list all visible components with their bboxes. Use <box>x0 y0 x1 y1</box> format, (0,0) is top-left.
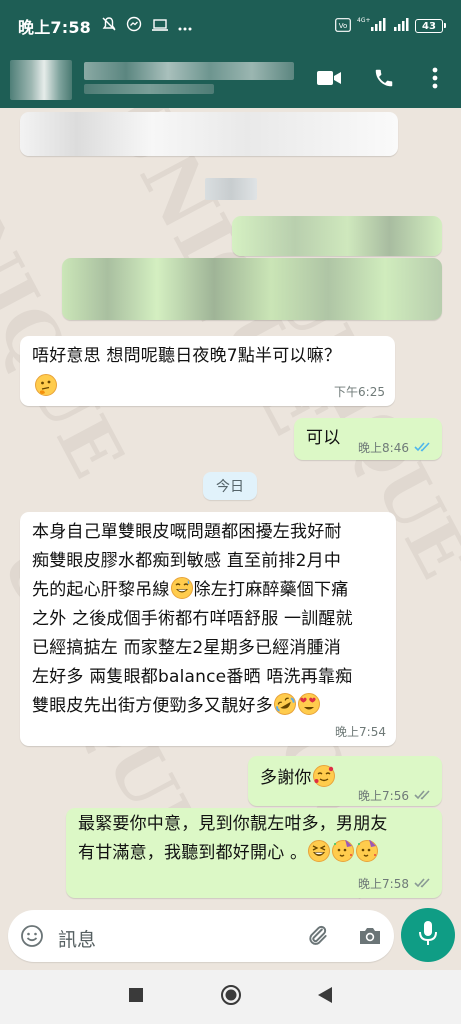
status-notification-icons <box>101 16 192 36</box>
message-line: 除左打麻醉藥個下痛 <box>193 580 349 600</box>
square-icon <box>128 987 144 1007</box>
message-line: 本身自己單雙眼皮嘅問題都困擾左我好耐 <box>32 522 342 542</box>
battery-indicator: 43 <box>415 19 446 33</box>
smiling-face-with-hearts-emoji <box>312 765 335 787</box>
phone-icon <box>373 67 395 93</box>
partying-face-emoji <box>356 840 379 862</box>
mute-notifications-icon <box>101 16 117 36</box>
video-call-icon <box>316 69 342 91</box>
signal-icon: 4G+ <box>357 16 387 36</box>
message-input-placeholder: 訊息 <box>58 929 97 951</box>
status-system-icons: Vo 4G+ 43 <box>335 16 446 36</box>
more-options-button[interactable] <box>420 66 450 94</box>
volte-icon: Vo <box>335 17 351 36</box>
message-line: 之外 之後成個手術都冇咩唔舒服 一訓醒就 <box>32 609 353 629</box>
message-line: 痴雙眼皮膠水都痴到敏感 直至前排2月中 <box>32 551 342 571</box>
message-meta: 下午6:25 <box>334 383 385 400</box>
message-text: 唔好意思 想問呢聽日夜晚7點半可以嘛？ <box>32 346 342 366</box>
camera-button[interactable] <box>357 924 383 952</box>
voice-message-button[interactable] <box>401 908 455 962</box>
message-line: 左好多 兩隻眼都balance番晒 唔洗再靠痴 <box>32 667 353 687</box>
chat-message-list[interactable]: UNIQUE UNIQUE UNIQUE UNIQUE UNIQUE 唔好意思 … <box>0 108 461 908</box>
grinning-squinting-emoji <box>308 840 331 862</box>
message-composer: 訊息 <box>0 908 461 970</box>
message-line: 已經搞掂左 而家整左2星期多已經消腫消 <box>32 638 342 658</box>
chat-header <box>0 52 461 108</box>
message-time: 晚上8:46 <box>358 441 409 455</box>
message-line: 有甘滿意，我聽到都好開心 。 <box>78 843 308 863</box>
contact-status-redacted <box>84 84 214 94</box>
outgoing-message[interactable]: 多謝你 晚上7:56 <box>248 756 442 806</box>
back-and-avatar-redacted[interactable] <box>10 60 72 100</box>
back-button[interactable] <box>312 984 338 1010</box>
video-call-button[interactable] <box>314 66 344 94</box>
date-divider: 今日 <box>203 472 257 500</box>
attach-button[interactable] <box>304 923 330 953</box>
message-time: 下午6:25 <box>334 385 385 399</box>
incoming-message[interactable]: 唔好意思 想問呢聽日夜晚7點半可以嘛？ 下午6:25 <box>20 336 395 406</box>
messenger-icon <box>126 16 142 36</box>
rolling-laughing-emoji <box>269 688 300 720</box>
message-meta: 晚上7:58 <box>358 875 432 892</box>
triangle-back-icon <box>317 986 333 1008</box>
camera-icon <box>360 928 380 944</box>
message-meta: 晚上7:54 <box>335 723 386 740</box>
partying-face-emoji <box>332 840 355 862</box>
more-notifications-icon <box>178 17 192 36</box>
message-time: 晚上7:54 <box>335 725 386 739</box>
delivered-receipt-icon <box>414 789 432 803</box>
redacted-message <box>20 112 398 156</box>
message-text: 多謝你 <box>260 768 312 788</box>
microphone-icon <box>417 919 439 951</box>
status-bar: 晚上7:58 Vo 4G+ 43 <box>0 0 461 52</box>
redacted-date-chip <box>205 178 257 200</box>
redacted-message <box>232 216 442 256</box>
delivered-receipt-icon <box>414 877 432 891</box>
thinking-face-emoji <box>35 374 57 396</box>
message-time: 晚上7:58 <box>358 877 409 891</box>
emoji-icon <box>21 925 43 947</box>
message-line: 最緊要你中意，見到你靚左咁多，男朋友 <box>78 814 388 834</box>
more-vert-icon <box>432 67 438 93</box>
wifi-signal-icon <box>393 16 409 36</box>
outgoing-message[interactable]: 可以 晚上8:46 <box>294 418 442 460</box>
read-receipt-icon <box>414 441 432 455</box>
status-time: 晚上7:58 <box>18 18 91 37</box>
message-meta: 晚上8:46 <box>358 439 432 456</box>
message-text: 可以 <box>306 428 341 448</box>
svg-text:Vo: Vo <box>339 22 348 30</box>
laptop-icon <box>151 17 169 36</box>
message-line: 先的起心肝黎吊線 <box>32 580 170 600</box>
network-type-label: 4G+ <box>357 17 371 24</box>
grinning-sweat-emoji <box>170 577 193 599</box>
redacted-message <box>62 258 442 320</box>
date-divider-label: 今日 <box>216 479 244 495</box>
recents-button[interactable] <box>123 984 149 1010</box>
message-time: 晚上7:56 <box>358 789 409 803</box>
system-navigation-bar <box>0 970 461 1024</box>
outgoing-message[interactable]: 最緊要你中意，見到你靚左咁多，男朋友 有甘滿意，我聽到都好開心 。 晚上7:58 <box>66 808 442 898</box>
emoji-button[interactable] <box>20 924 44 952</box>
contact-name-redacted[interactable] <box>84 62 294 80</box>
paperclip-icon <box>309 925 327 945</box>
circle-icon <box>220 984 242 1010</box>
message-line: 雙眼皮先出街方便勁多又靚好多 <box>32 696 273 716</box>
message-input[interactable]: 訊息 <box>8 910 394 962</box>
heart-eyes-emoji <box>297 693 320 715</box>
incoming-message[interactable]: 本身自己單雙眼皮嘅問題都困擾左我好耐 痴雙眼皮膠水都痴到敏感 直至前排2月中 先… <box>20 512 396 746</box>
home-button[interactable] <box>218 984 244 1010</box>
message-meta: 晚上7:56 <box>358 787 432 804</box>
voice-call-button[interactable] <box>369 66 399 94</box>
